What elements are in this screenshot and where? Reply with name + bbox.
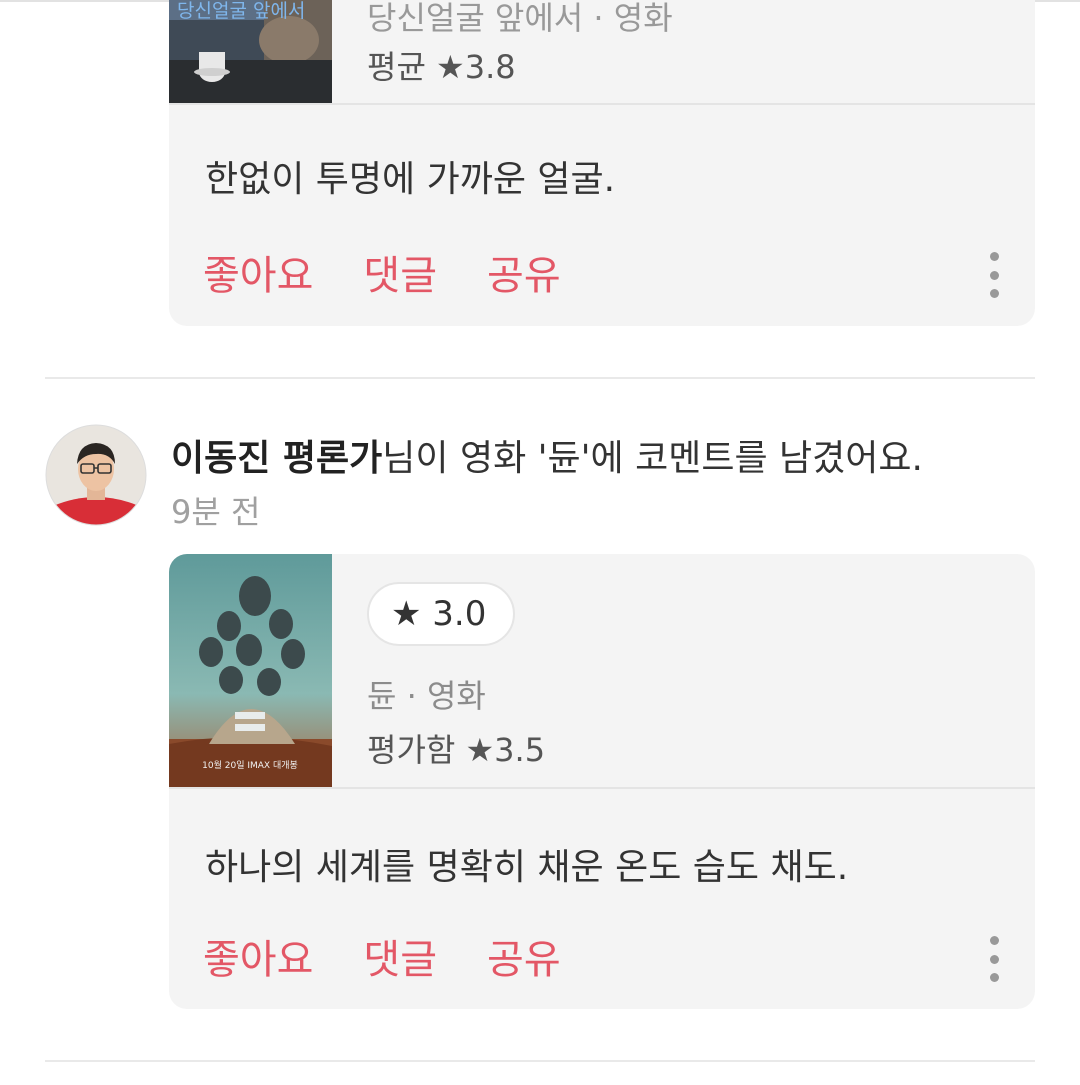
like-button[interactable]: 좋아요 <box>203 243 313 301</box>
card-divider <box>169 787 1035 789</box>
share-button[interactable]: 공유 <box>487 243 561 301</box>
feed-separator <box>45 377 1035 379</box>
poster-release-text: 10월 20일 IMAX 대개봉 <box>202 759 298 771</box>
comment-text[interactable]: 한없이 투명에 가까운 얼굴. <box>205 150 615 202</box>
rating-badge-text: ★ 3.0 <box>391 594 487 634</box>
average-rating: 평균 ★3.8 <box>367 48 516 86</box>
activity-headline: 이동진 평론가님이 영화 '듄'에 코멘트를 남겼어요. <box>171 429 923 481</box>
avatar[interactable] <box>45 424 147 526</box>
movie-meta: 듄 · 영화 <box>367 677 486 715</box>
activity-description: 님이 영화 '듄'에 코멘트를 남겼어요. <box>382 438 923 479</box>
timestamp: 9분 전 <box>171 493 261 531</box>
comment-actions: 좋아요 댓글 공유 <box>203 927 561 985</box>
reply-button[interactable]: 댓글 <box>363 927 437 985</box>
like-button[interactable]: 좋아요 <box>203 927 313 985</box>
share-button[interactable]: 공유 <box>487 927 561 985</box>
more-vertical-icon[interactable] <box>987 252 1001 298</box>
feed-card-2: 10월 20일 IMAX 대개봉 ★ 3.0 듄 · 영화 평가함 ★3.5 하… <box>169 554 1035 1009</box>
rating-badge: ★ 3.0 <box>367 582 515 646</box>
feed-card-1: 당신얼굴 앞에서 당신얼굴 앞에서 · 영화 평균 ★3.8 한없이 투명에 가… <box>169 0 1035 326</box>
more-vertical-icon[interactable] <box>987 936 1001 982</box>
movie-meta: 당신얼굴 앞에서 · 영화 <box>367 0 673 37</box>
movie-poster-image[interactable]: 10월 20일 IMAX 대개봉 <box>169 554 332 787</box>
card-divider <box>169 103 1035 105</box>
comment-text[interactable]: 하나의 세계를 명확히 채운 온도 습도 채도. <box>205 838 848 890</box>
feed-separator <box>45 1060 1035 1062</box>
author-name[interactable]: 이동진 평론가 <box>171 438 382 479</box>
reply-button[interactable]: 댓글 <box>363 243 437 301</box>
poster-caption: 당신얼굴 앞에서 <box>177 0 305 22</box>
movie-poster-image[interactable]: 당신얼굴 앞에서 <box>169 0 332 103</box>
user-rating: 평가함 ★3.5 <box>367 731 546 769</box>
comment-actions: 좋아요 댓글 공유 <box>203 243 561 301</box>
